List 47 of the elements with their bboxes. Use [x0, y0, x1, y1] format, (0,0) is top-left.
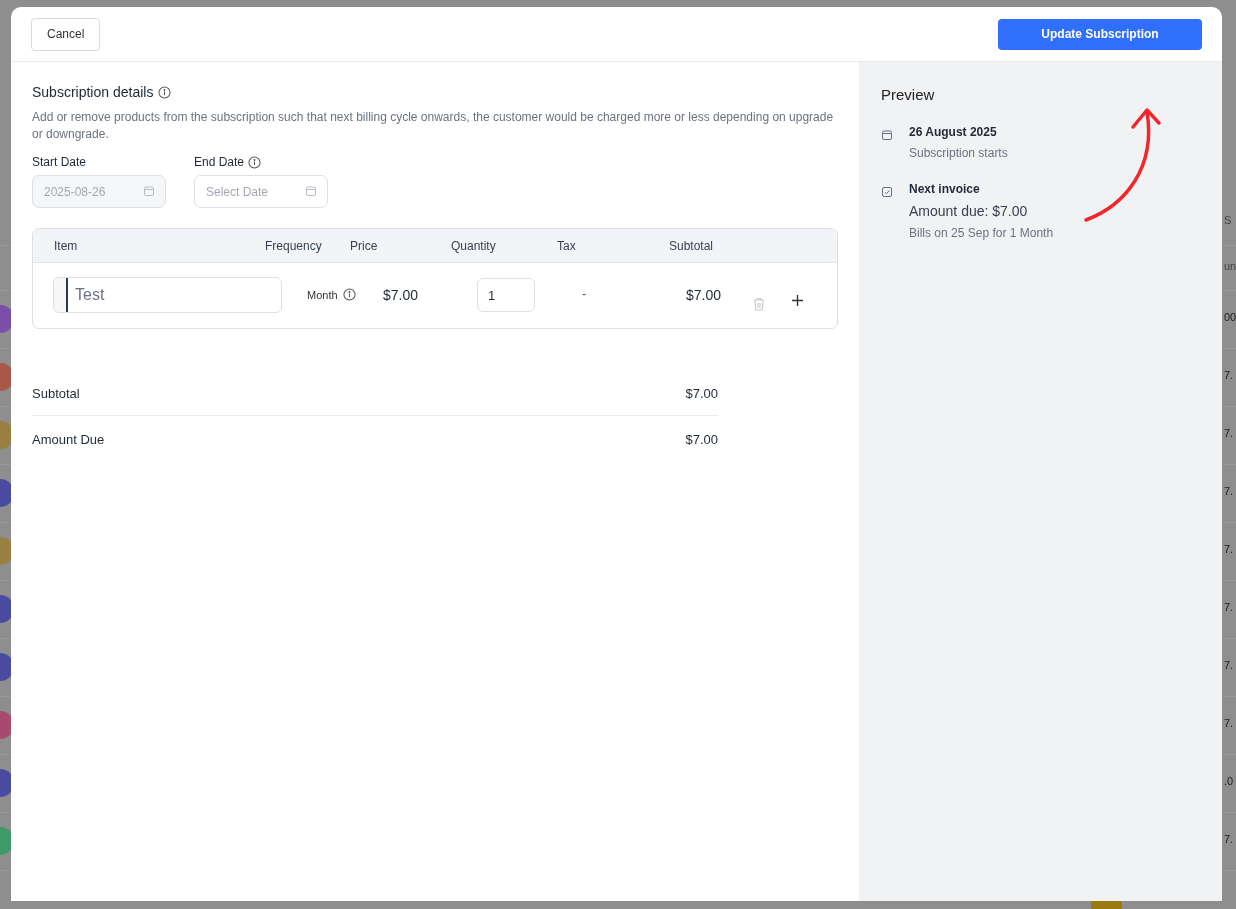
info-icon[interactable] — [248, 155, 262, 169]
event-title: 26 August 2025 — [909, 125, 997, 139]
amount-text: 7. — [1224, 543, 1234, 555]
quantity-field[interactable]: 1 — [477, 278, 535, 312]
total-value: $7.00 — [685, 431, 718, 447]
date-field[interactable]: Select Date — [194, 175, 328, 208]
info-icon[interactable] — [342, 288, 356, 301]
amount-text: 00 — [1224, 311, 1236, 323]
amount-text: .0 — [1224, 775, 1234, 787]
amount-due-text: Amount due: $7.00 — [909, 203, 1028, 219]
amount-text: 7. — [1224, 369, 1234, 381]
price-text: $7.00 — [383, 287, 419, 303]
column-header: un — [1224, 259, 1236, 272]
panel-title: Preview — [881, 86, 935, 103]
column-header: Tax — [557, 238, 576, 253]
amount-text: 7. — [1224, 833, 1234, 845]
subtotal-text: $7.00 — [686, 287, 722, 303]
total-label: Subtotal — [32, 385, 80, 401]
event-title: Next invoice — [909, 182, 980, 196]
amount-text: 7. — [1224, 717, 1234, 729]
column-header: Price — [350, 238, 378, 253]
field-label: End Date — [194, 155, 245, 169]
event-subtitle: Subscription starts — [909, 146, 1008, 160]
amount-text: 7. — [1224, 427, 1234, 439]
amount-text: 7. — [1224, 485, 1234, 497]
field-label: Start Date — [32, 155, 87, 169]
update-subscription-button[interactable]: Update Subscription — [998, 18, 1202, 50]
cancel-button[interactable]: Cancel — [31, 17, 101, 51]
column-header: Subtotal — [669, 238, 714, 253]
column-header: Item — [54, 238, 78, 253]
total-label: Amount Due — [32, 431, 105, 447]
info-icon[interactable] — [158, 85, 172, 99]
calendar-icon — [305, 185, 317, 197]
column-header: Frequency — [265, 238, 322, 253]
event-subtitle: Bills on 25 Sep for 1 Month — [909, 226, 1054, 240]
amount-text: 7. — [1224, 601, 1234, 613]
total-value: $7.00 — [685, 385, 718, 401]
calendar-icon — [143, 185, 155, 197]
frequency-text: Month — [307, 288, 338, 301]
description-text: Add or remove products from the subscription such that next billing cycle onwards, the customer would be charged more or less depending on upgrade or downgrade. — [32, 109, 835, 143]
column-header: Quantity — [451, 238, 496, 253]
add-icon[interactable] — [791, 294, 804, 307]
section-title: Subscription details — [32, 84, 154, 100]
tax-text: - — [582, 286, 587, 301]
amount-text: 7. — [1224, 659, 1234, 671]
column-header: S — [1224, 214, 1232, 226]
item-field[interactable]: Test — [53, 277, 282, 313]
